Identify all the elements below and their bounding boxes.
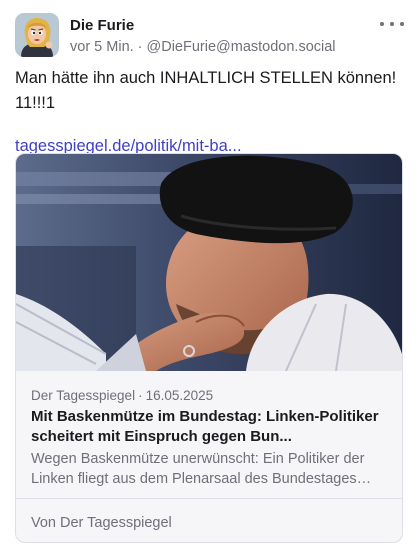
post-text: Man hätte ihn auch INHALTLICH STELLEN kö… xyxy=(15,69,397,112)
ellipsis-icon-dot xyxy=(390,22,394,26)
author-avatar[interactable] xyxy=(15,13,59,57)
link-preview-image xyxy=(16,154,402,371)
post-header: Die Furie vor 5 Min. · @DieFurie@mastodon.… xyxy=(15,13,406,59)
link-preview-title: Mit Baskenmütze im Bundestag: Linken-Pol… xyxy=(31,408,379,445)
meta-separator: · xyxy=(137,39,143,55)
author-display-name[interactable]: Die Furie xyxy=(70,17,406,35)
link-preview-date: 16.05.2025 xyxy=(145,388,214,403)
link-preview-body: Der Tagesspiegel · 16.05.2025 Mit Baskenmü… xyxy=(16,371,402,498)
link-preview-description: Wegen Baskenmütze unerwünscht: Ein Polit… xyxy=(31,451,365,487)
post: Die Furie vor 5 Min. · @DieFurie@mastodon.… xyxy=(0,0,418,552)
link-preview-separator: · xyxy=(138,388,143,403)
link-preview-meta: Der Tagesspiegel · 16.05.2025 xyxy=(31,387,387,404)
post-timestamp[interactable]: vor 5 Min. xyxy=(70,39,134,55)
footer-source[interactable]: Der Tagesspiegel xyxy=(60,515,172,531)
cartoon-avatar-icon xyxy=(15,13,59,57)
author-info: Die Furie vor 5 Min. · @DieFurie@mastodon.… xyxy=(70,13,406,57)
author-handle[interactable]: @DieFurie@mastodon.social xyxy=(147,39,336,55)
ellipsis-icon-dot xyxy=(400,22,404,26)
more-options-button[interactable] xyxy=(380,17,404,31)
link-preview-source: Der Tagesspiegel xyxy=(31,388,136,403)
link-preview-footer: Von Der Tagesspiegel xyxy=(31,514,172,532)
post-content: Man hätte ihn auch INHALTLICH STELLEN kö… xyxy=(15,66,400,159)
link-preview-card[interactable]: Der Tagesspiegel · 16.05.2025 Mit Baskenmü… xyxy=(15,153,403,543)
post-meta: vor 5 Min. · @DieFurie@mastodon.social xyxy=(70,38,406,57)
footer-prefix: Von xyxy=(31,515,56,531)
ellipsis-icon xyxy=(380,22,384,26)
card-divider xyxy=(16,498,402,499)
